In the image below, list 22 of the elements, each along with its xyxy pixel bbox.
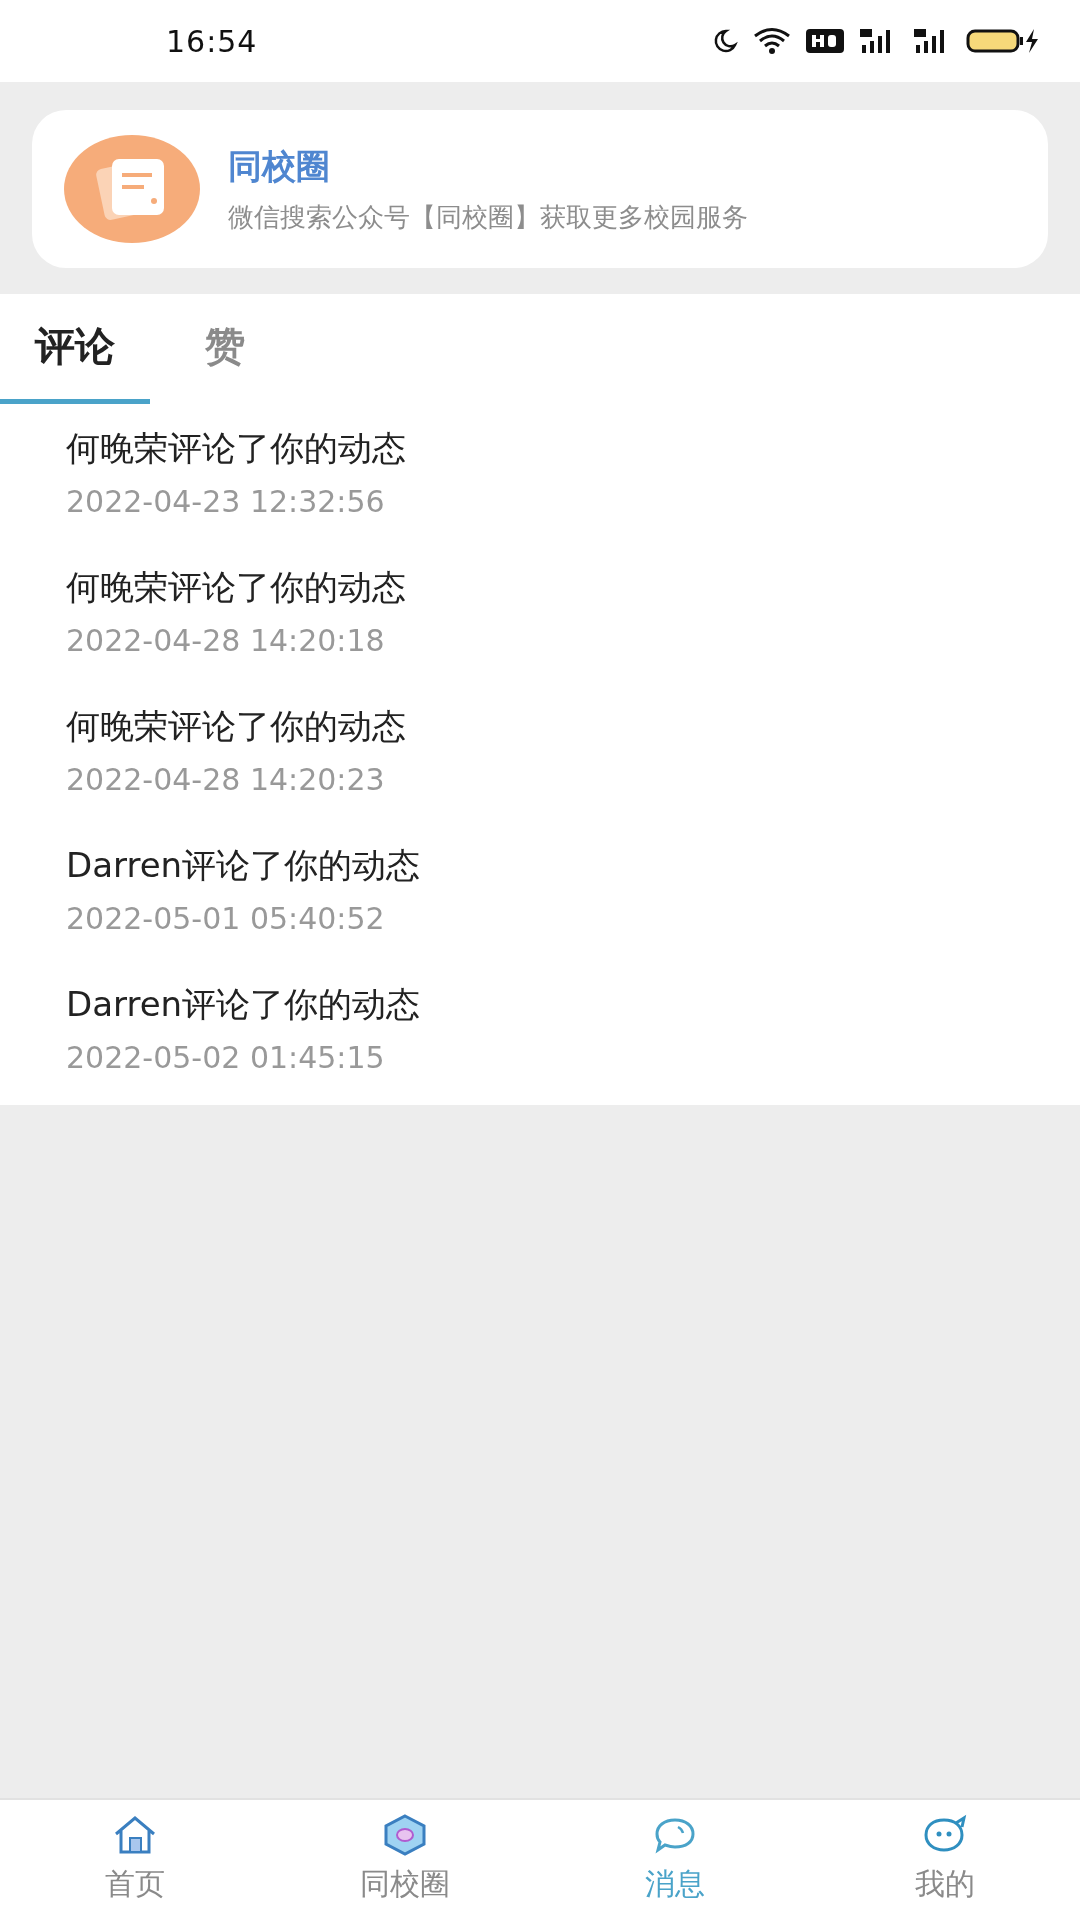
banner-card[interactable]: 同校圈 微信搜索公众号【同校圈】获取更多校园服务	[32, 110, 1048, 268]
notification-text[interactable]: 何晚荣评论了你的动态	[66, 704, 1014, 750]
tab[interactable]: 评论	[0, 294, 150, 404]
notification-text[interactable]: Darren评论了你的动态	[66, 843, 1014, 889]
banner-title: 同校圈	[228, 144, 331, 188]
notification-text[interactable]: 何晚荣评论了你的动态	[66, 426, 1014, 472]
banner-subtitle: 微信搜索公众号【同校圈】获取更多校园服务	[228, 200, 748, 234]
notification-text[interactable]: 何晚荣评论了你的动态	[66, 565, 1014, 611]
hexagon-icon	[382, 1814, 428, 1856]
wifi-icon	[752, 27, 792, 55]
moon-icon	[712, 28, 738, 54]
notification-time: 2022-05-02 01:45:15	[66, 1040, 386, 1075]
note-logo-icon	[64, 135, 200, 243]
notification-time: 2022-05-01 05:40:52	[66, 901, 386, 936]
status-time: 16:54	[166, 23, 258, 59]
notification-time: 2022-04-28 14:20:23	[66, 762, 386, 797]
battery-icon	[966, 27, 1040, 55]
home-icon	[112, 1814, 158, 1856]
notification-time: 2022-04-28 14:20:18	[66, 623, 386, 658]
notification-time: 2022-04-23 12:32:56	[66, 484, 386, 519]
notification-text[interactable]: Darren评论了你的动态	[66, 982, 1014, 1028]
hd-icon	[806, 29, 844, 53]
